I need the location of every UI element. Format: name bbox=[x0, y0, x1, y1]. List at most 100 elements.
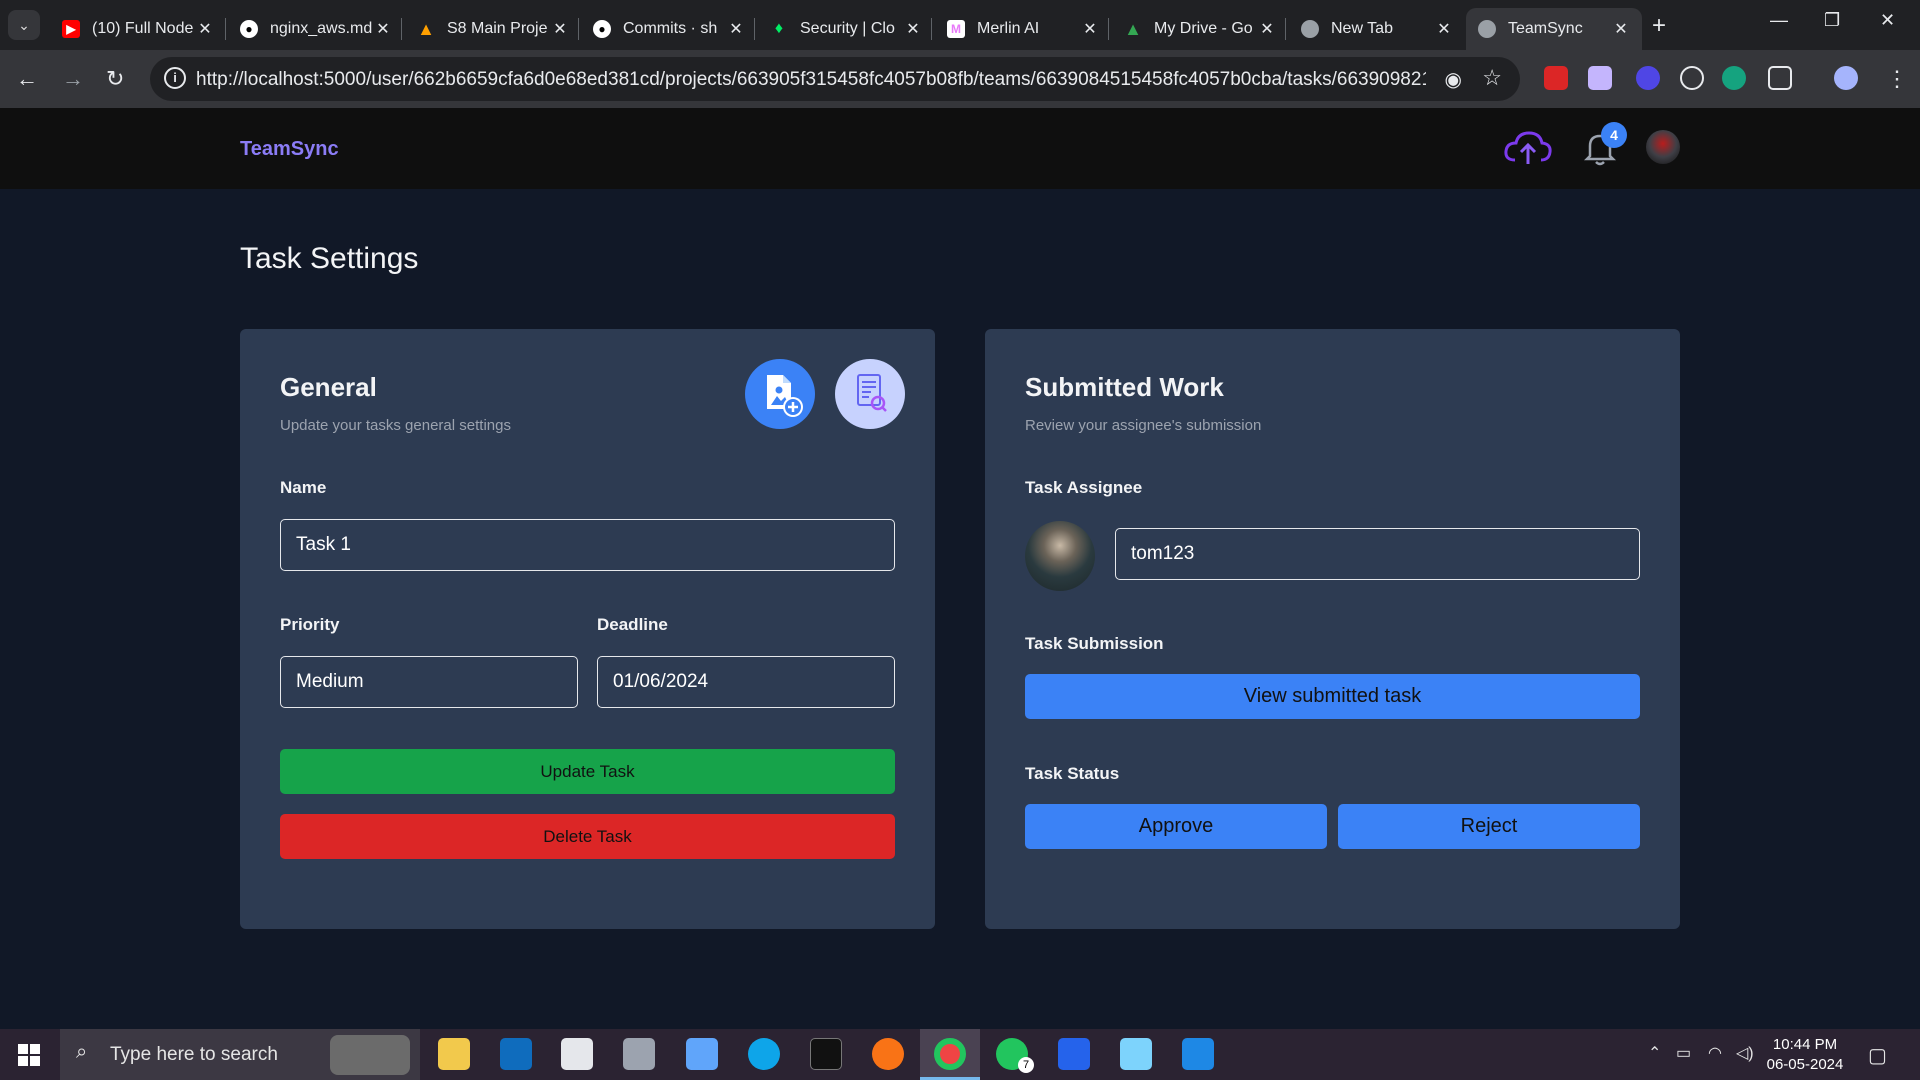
taskbar-search[interactable]: ⌕ Type here to search bbox=[60, 1029, 420, 1080]
general-settings-card: General Update your tasks general settin… bbox=[240, 329, 935, 929]
task-submission-label: Task Submission bbox=[1025, 634, 1164, 653]
tab-nginx[interactable]: ● nginx_aws.md ✕ bbox=[228, 8, 404, 50]
deadline-input[interactable]: 01/06/2024 bbox=[597, 656, 895, 708]
mongodb-icon: ♦ bbox=[774, 20, 784, 37]
tab-title: Commits · sh bbox=[623, 20, 718, 37]
tab-search-button[interactable]: ⌄ bbox=[8, 10, 40, 40]
tab-title: nginx_aws.md bbox=[270, 20, 373, 37]
close-icon[interactable]: ✕ bbox=[727, 19, 745, 39]
restore-icon[interactable]: ❐ bbox=[1824, 10, 1840, 31]
tab-new-tab[interactable]: New Tab ✕ bbox=[1289, 8, 1465, 50]
extension-icon[interactable] bbox=[1636, 66, 1660, 90]
terminal-icon[interactable] bbox=[810, 1038, 842, 1070]
tab-title: New Tab bbox=[1331, 20, 1393, 37]
tab-commits[interactable]: ● Commits · sh ✕ bbox=[581, 8, 757, 50]
minimize-icon[interactable]: — bbox=[1770, 10, 1788, 31]
merlin-icon: M bbox=[947, 20, 965, 38]
priority-input[interactable]: Medium bbox=[280, 656, 578, 708]
close-window-icon[interactable]: ✕ bbox=[1880, 10, 1895, 31]
close-icon[interactable]: ✕ bbox=[196, 19, 214, 39]
search-icon: ⌕ bbox=[76, 1041, 88, 1063]
system-clock[interactable]: 10:44 PM 06-05-2024 bbox=[1765, 1035, 1845, 1075]
browser-tab-bar: ⌄ ▶ (10) Full Node ✕ ● nginx_aws.md ✕ ▲ … bbox=[0, 0, 1920, 50]
reload-icon[interactable]: ↻ bbox=[106, 66, 124, 92]
tab-firebase[interactable]: ▲ S8 Main Proje ✕ bbox=[405, 8, 581, 50]
url-text[interactable]: http://localhost:5000/user/662b6659cfa6d… bbox=[196, 69, 1426, 91]
new-tab-button[interactable]: + bbox=[1652, 12, 1666, 40]
card-title: General bbox=[280, 372, 377, 402]
edge-icon[interactable] bbox=[748, 1038, 780, 1070]
approve-button[interactable]: Approve bbox=[1025, 804, 1327, 849]
brand-logo[interactable]: TeamSync bbox=[240, 138, 339, 161]
wifi-icon[interactable]: ◠ bbox=[1708, 1043, 1722, 1063]
reject-button[interactable]: Reject bbox=[1338, 804, 1640, 849]
user-avatar[interactable] bbox=[1646, 130, 1680, 164]
search-placeholder: Type here to search bbox=[110, 1044, 278, 1065]
assignee-input[interactable]: tom123 bbox=[1115, 528, 1640, 580]
extensions-puzzle-icon[interactable] bbox=[1768, 66, 1792, 90]
speed-icon[interactable] bbox=[1680, 66, 1704, 90]
youtube-icon: ▶ bbox=[62, 20, 80, 38]
volume-icon[interactable]: ◁) bbox=[1736, 1043, 1754, 1063]
close-icon[interactable]: ✕ bbox=[374, 19, 392, 39]
tab-teamsync[interactable]: TeamSync ✕ bbox=[1466, 8, 1642, 50]
control-panel-icon[interactable] bbox=[686, 1038, 718, 1070]
word-icon[interactable] bbox=[1058, 1038, 1090, 1070]
site-info-icon[interactable]: i bbox=[164, 67, 186, 89]
task-name-input[interactable]: Task 1 bbox=[280, 519, 895, 571]
notifications-icon[interactable]: ▢ bbox=[1868, 1043, 1887, 1068]
battery-icon[interactable]: ▭ bbox=[1676, 1043, 1691, 1063]
close-icon[interactable]: ✕ bbox=[1258, 19, 1276, 39]
close-icon[interactable]: ✕ bbox=[1435, 19, 1453, 39]
store-icon[interactable] bbox=[561, 1038, 593, 1070]
firefox-icon[interactable] bbox=[872, 1038, 904, 1070]
app-icon[interactable] bbox=[623, 1038, 655, 1070]
github-icon: ● bbox=[240, 20, 258, 38]
github-icon: ● bbox=[593, 20, 611, 38]
delete-task-button[interactable]: Delete Task bbox=[280, 814, 895, 859]
tab-merlin[interactable]: M Merlin AI ✕ bbox=[935, 8, 1111, 50]
eye-icon[interactable]: ◉ bbox=[1445, 67, 1462, 92]
cloud-upload-icon[interactable] bbox=[1503, 128, 1553, 168]
profile-avatar[interactable] bbox=[1834, 66, 1858, 90]
file-add-icon bbox=[767, 375, 803, 417]
notification-badge: 4 bbox=[1601, 122, 1627, 148]
review-file-button[interactable] bbox=[835, 359, 905, 429]
card-subtitle: Review your assignee's submission bbox=[1025, 417, 1262, 434]
forward-icon[interactable]: → bbox=[62, 66, 84, 92]
chevron-up-icon[interactable]: ⌃ bbox=[1648, 1043, 1661, 1063]
tab-youtube[interactable]: ▶ (10) Full Node ✕ bbox=[50, 8, 226, 50]
outlook-icon[interactable] bbox=[500, 1038, 532, 1070]
update-task-button[interactable]: Update Task bbox=[280, 749, 895, 794]
tab-drive[interactable]: ▲ My Drive - Go ✕ bbox=[1112, 8, 1288, 50]
tab-title: Security | Clo bbox=[800, 20, 895, 37]
submitted-work-card: Submitted Work Review your assignee's su… bbox=[985, 329, 1680, 929]
tab-security[interactable]: ♦ Security | Clo ✕ bbox=[758, 8, 934, 50]
vscode-icon[interactable] bbox=[1182, 1038, 1214, 1070]
card-subtitle: Update your tasks general settings bbox=[280, 417, 511, 434]
windows-start-icon[interactable] bbox=[18, 1044, 40, 1066]
close-icon[interactable]: ✕ bbox=[904, 19, 922, 39]
merlin-extension-icon[interactable] bbox=[1588, 66, 1612, 90]
address-bar[interactable]: i http://localhost:5000/user/662b6659cfa… bbox=[150, 57, 1520, 101]
assignee-avatar bbox=[1025, 521, 1095, 591]
more-menu-icon[interactable]: ⋮ bbox=[1886, 66, 1908, 92]
extension-icon[interactable] bbox=[1544, 66, 1568, 90]
whatsapp-badge: 7 bbox=[1018, 1057, 1034, 1073]
close-icon[interactable]: ✕ bbox=[551, 19, 569, 39]
chrome-icon[interactable] bbox=[934, 1038, 966, 1070]
close-icon[interactable]: ✕ bbox=[1612, 19, 1630, 39]
bookmark-star-icon[interactable]: ☆ bbox=[1482, 65, 1502, 91]
notepad-icon[interactable] bbox=[1120, 1038, 1152, 1070]
name-label: Name bbox=[280, 478, 327, 497]
chrome-icon bbox=[1301, 20, 1319, 38]
view-submitted-task-button[interactable]: View submitted task bbox=[1025, 674, 1640, 719]
file-explorer-icon[interactable] bbox=[438, 1038, 470, 1070]
close-icon[interactable]: ✕ bbox=[1081, 19, 1099, 39]
add-file-button[interactable] bbox=[745, 359, 815, 429]
clock-time: 10:44 PM bbox=[1772, 1036, 1838, 1053]
grammarly-icon[interactable] bbox=[1722, 66, 1746, 90]
task-status-label: Task Status bbox=[1025, 764, 1120, 783]
back-icon[interactable]: ← bbox=[16, 66, 38, 92]
camera-icon bbox=[330, 1035, 410, 1075]
